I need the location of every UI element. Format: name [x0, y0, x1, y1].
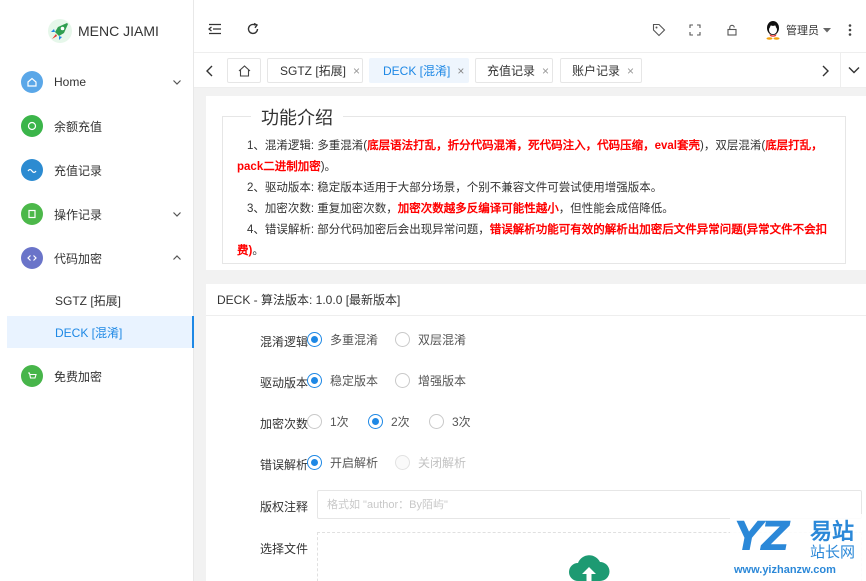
code-icon	[21, 247, 43, 269]
avatar	[766, 21, 780, 40]
sidebar-item-free-encrypt[interactable]: 免费加密	[0, 354, 194, 398]
top-bar: 管理员	[194, 0, 866, 52]
intro-text: 1、混淆逻辑: 多重混淆(底层语法打乱，折分代码混淆，死代码注入，代码压缩，ev…	[237, 136, 833, 262]
chevron-down-icon	[848, 67, 860, 74]
intro-paragraph: 2、驱动版本: 稳定版本适用于大部分场景，个别不兼容文件可尝试使用增强版本。	[247, 182, 663, 194]
radio-times-2[interactable]: 2次	[368, 413, 410, 430]
radio-times-1[interactable]: 1次	[307, 413, 349, 430]
sidebar-item-label: 免费加密	[54, 369, 103, 384]
form-label: 版权注释	[260, 500, 309, 514]
intro-fieldset: 功能介绍 1、混淆逻辑: 多重混淆(底层语法打乱，折分代码混淆，死代码注入，代码…	[222, 104, 846, 264]
record-icon	[21, 159, 43, 181]
logo-text: MENC JIAMI	[78, 23, 159, 39]
sidebar-item-recharge[interactable]: 余额充值	[0, 104, 194, 148]
form-row-encrypt-times: 加密次数 1次 2次 3次	[206, 407, 866, 437]
tabs-bar: SGTZ [拓展] × DECK [混淆] × 充值记录 × 账户记录 ×	[194, 52, 866, 88]
fullscreen-icon[interactable]	[689, 24, 701, 36]
intro-paragraph: 1、混淆逻辑: 多重混淆(底层语法打乱，折分代码混淆，死代码注入，代码压缩，ev…	[237, 140, 823, 173]
radio-times-3[interactable]: 3次	[429, 413, 471, 430]
collapse-menu-icon[interactable]	[208, 22, 222, 36]
tab-label: 充值记录	[487, 64, 536, 78]
tab-sgtz[interactable]: SGTZ [拓展] ×	[267, 58, 363, 83]
radio-parse-off: 关闭解析	[395, 454, 466, 471]
more-vertical-icon[interactable]	[848, 23, 852, 37]
rocket-icon	[48, 19, 72, 43]
intro-paragraph: 4、错误解析: 部分代码加密后会出现异常问题，错误解析功能可有效的解析出加密后文…	[237, 224, 828, 257]
radio-parse-on[interactable]: 开启解析	[307, 454, 378, 471]
close-icon[interactable]: ×	[457, 64, 464, 78]
intro-card: 功能介绍 1、混淆逻辑: 多重混淆(底层语法打乱，折分代码混淆，死代码注入，代码…	[206, 96, 866, 270]
home-icon	[238, 64, 250, 77]
form-label: 加密次数	[260, 417, 309, 431]
lock-icon[interactable]	[726, 24, 738, 36]
tabs-dropdown-button[interactable]	[840, 53, 866, 87]
home-icon	[21, 71, 43, 93]
close-icon[interactable]: ×	[542, 64, 549, 78]
sidebar-subitem-sgtz[interactable]: SGTZ [拓展]	[0, 284, 194, 316]
caret-down-icon	[823, 28, 831, 33]
sidebar-item-label: 操作记录	[54, 207, 103, 222]
tag-icon[interactable]	[652, 23, 666, 37]
intro-paragraph: 3、加密次数: 重复加密次数，加密次数越多反编译可能性越小，但性能会成倍降低。	[247, 203, 674, 215]
sidebar-item-label: 余额充值	[54, 119, 103, 134]
sidebar-item-operation-records[interactable]: 操作记录	[0, 192, 194, 236]
sidebar: MENC JIAMI Home 余额充值 充值记录 操作记录 代码加密 SGTZ…	[0, 0, 194, 581]
refresh-icon[interactable]	[246, 22, 260, 36]
sidebar-item-recharge-records[interactable]: 充值记录	[0, 148, 194, 192]
form-label: 驱动版本	[260, 376, 309, 390]
chevron-right-icon[interactable]	[821, 65, 830, 77]
form-row-obfuscation: 混淆逻辑 多重混淆 双层混淆	[206, 325, 866, 355]
sidebar-subitem-label: SGTZ [拓展]	[55, 293, 122, 308]
sidebar-item-label: 充值记录	[54, 163, 103, 178]
close-icon[interactable]: ×	[627, 64, 634, 78]
radio-double-obfuscation[interactable]: 双层混淆	[395, 331, 466, 348]
sidebar-subitem-deck[interactable]: DECK [混淆]	[7, 316, 194, 348]
form-label: 选择文件	[260, 542, 309, 556]
money-icon	[21, 115, 43, 137]
tab-home[interactable]	[227, 58, 261, 83]
tab-account-records[interactable]: 账户记录 ×	[560, 58, 642, 83]
chevron-down-icon	[173, 212, 181, 217]
sidebar-item-code-encrypt[interactable]: 代码加密	[0, 236, 194, 280]
watermark-cn2: 站长网	[810, 544, 856, 561]
tab-recharge-records[interactable]: 充值记录 ×	[475, 58, 553, 83]
form-label: 错误解析	[260, 458, 309, 472]
form-header: DECK - 算法版本: 1.0.0 [最新版本]	[206, 284, 866, 316]
edit-icon	[21, 203, 43, 225]
cloud-upload-icon	[569, 555, 610, 581]
close-icon[interactable]: ×	[353, 64, 360, 78]
chevron-down-icon	[173, 80, 181, 85]
form-row-driver-version: 驱动版本 稳定版本 增强版本	[206, 366, 866, 396]
logo[interactable]: MENC JIAMI	[47, 18, 159, 44]
intro-title: 功能介绍	[251, 104, 343, 130]
watermark-url: www.yizhanzw.com	[734, 564, 836, 576]
radio-stable-version[interactable]: 稳定版本	[307, 372, 378, 389]
tab-label: 账户记录	[572, 64, 621, 78]
tab-label: DECK [混淆]	[383, 64, 451, 78]
sidebar-item-home[interactable]: Home	[0, 60, 194, 104]
form-label: 混淆逻辑	[260, 335, 309, 349]
chevron-up-icon	[173, 255, 181, 260]
form-row-error-parse: 错误解析 开启解析 关闭解析	[206, 448, 866, 478]
sidebar-subitem-label: DECK [混淆]	[55, 325, 123, 340]
tab-label: SGTZ [拓展]	[280, 64, 347, 78]
sidebar-item-label: Home	[54, 75, 87, 89]
watermark: YZ 易站 站长网 www.yizhanzw.com	[730, 514, 866, 581]
user-menu[interactable]: 管理员	[764, 20, 831, 40]
cart-icon	[21, 365, 43, 387]
user-name: 管理员	[786, 25, 819, 37]
watermark-logo: YZ	[734, 514, 790, 560]
radio-multi-obfuscation[interactable]: 多重混淆	[307, 331, 378, 348]
chevron-left-icon[interactable]	[205, 65, 214, 77]
radio-enhanced-version[interactable]: 增强版本	[395, 372, 466, 389]
sidebar-item-label: 代码加密	[54, 251, 103, 266]
tab-deck[interactable]: DECK [混淆] ×	[369, 58, 469, 83]
